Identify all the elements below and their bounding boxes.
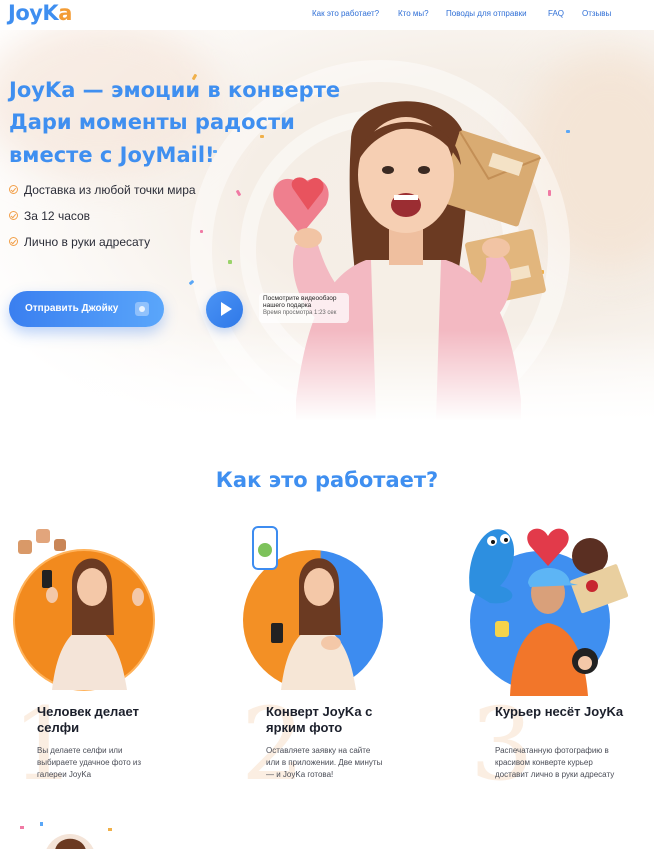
step-2-illustration xyxy=(243,526,383,690)
nav-reviews[interactable]: Отзывы xyxy=(582,9,611,18)
video-note: Посмотрите видеообзор нашего подарка Вре… xyxy=(259,293,349,323)
check-circle-icon xyxy=(9,211,18,220)
check-circle-icon xyxy=(9,185,18,194)
check-circle-icon xyxy=(9,237,18,246)
step-card: 1 Человек делает селфи Вы делаете селфи … xyxy=(12,515,212,815)
step-title: Человек делает селфи xyxy=(37,704,139,735)
step-description: Вы делаете селфи или выбираете удачное ф… xyxy=(37,746,141,779)
step-description: Распечатанную фотографию в красивом конв… xyxy=(495,746,615,779)
nav-who-we-are[interactable]: Кто мы? xyxy=(398,9,429,18)
step-card: 2 Конверт JoyKa с ярким фото Оставляете … xyxy=(241,515,441,815)
nav-occasions[interactable]: Поводы для отправки xyxy=(446,9,527,18)
confetti xyxy=(228,260,232,264)
confetti xyxy=(566,130,570,133)
step-title: Конверт JoyKa с ярким фото xyxy=(266,704,373,735)
nav-faq[interactable]: FAQ xyxy=(548,9,564,18)
step-3-illustration xyxy=(469,528,629,696)
next-section-peek xyxy=(20,822,112,849)
play-video-button[interactable] xyxy=(206,291,243,328)
gift-icon xyxy=(135,302,149,316)
hero-section: JoyKa — эмоции в конверте Дари моменты р… xyxy=(0,30,654,450)
send-joyka-button[interactable]: Отправить Джойку xyxy=(9,291,164,327)
step-card: 3 Курьер несёт JoyKa Распечатанную фотог… xyxy=(469,515,654,815)
step-title: Курьер несёт JoyKa xyxy=(495,704,624,719)
confetti xyxy=(200,230,203,233)
main-nav: Как это работает? Кто мы? Поводы для отп… xyxy=(0,9,654,23)
hero-title-line-1: JoyKa — эмоции в конверте xyxy=(9,78,341,102)
fog-overlay xyxy=(0,330,654,450)
how-it-works-title: Как это работает? xyxy=(215,468,439,492)
hero-title-line-3: вместе с JoyMail! xyxy=(9,143,215,167)
step-1-illustration xyxy=(13,529,155,691)
nav-how-it-works[interactable]: Как это работает? xyxy=(312,9,379,18)
send-joyka-button-label: Отправить Джойку xyxy=(25,303,119,314)
site-header: JoyKa Как это работает? Кто мы? Поводы д… xyxy=(0,0,654,30)
step-description: Оставляете заявку на сайте или в приложе… xyxy=(266,746,383,779)
hero-title-line-2: Дари моменты радости xyxy=(9,110,295,134)
